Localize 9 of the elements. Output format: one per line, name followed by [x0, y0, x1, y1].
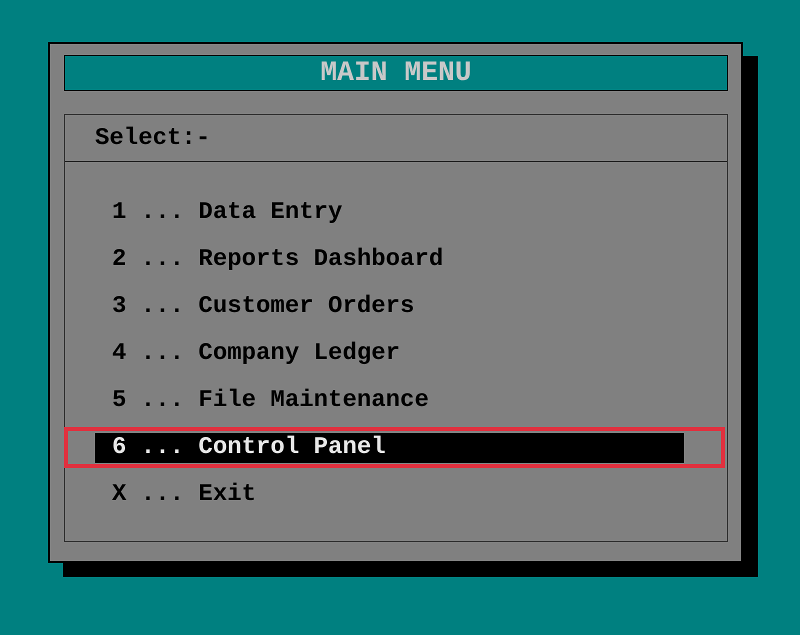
menu-item[interactable]: 4 ... Company Ledger: [95, 338, 684, 368]
menu-item[interactable]: 5 ... File Maintenance: [95, 386, 684, 416]
menu-item[interactable]: 3 ... Customer Orders: [95, 292, 684, 322]
select-prompt: Select:-: [95, 124, 210, 152]
window-title: MAIN MENU: [64, 55, 728, 91]
menu-item[interactable]: X ... Exit: [95, 480, 684, 510]
menu-item[interactable]: 2 ... Reports Dashboard: [95, 244, 684, 274]
menu-item[interactable]: 6 ... Control Panel: [95, 432, 684, 462]
menu-item[interactable]: 1 ... Data Entry: [95, 198, 684, 228]
